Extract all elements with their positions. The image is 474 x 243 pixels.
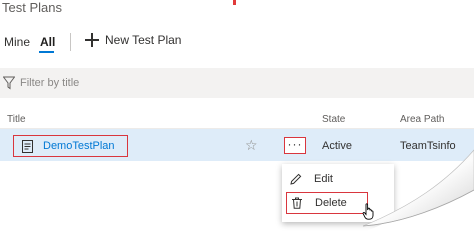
test-plan-link[interactable]: DemoTestPlan <box>43 140 115 152</box>
filter-bar[interactable]: Filter by title <box>0 68 474 98</box>
funnel-icon <box>3 76 15 90</box>
plus-icon <box>85 33 99 47</box>
column-header-title[interactable]: Title <box>7 114 26 125</box>
test-plan-icon <box>22 139 33 153</box>
column-header-state[interactable]: State <box>322 114 345 125</box>
menu-item-delete-label: Delete <box>315 197 347 209</box>
hand-cursor-icon <box>362 203 374 220</box>
annotation-mark <box>233 0 236 5</box>
pencil-icon <box>290 173 302 185</box>
menu-item-edit[interactable]: Edit <box>282 168 394 190</box>
more-actions-button[interactable]: ··· <box>284 137 306 154</box>
filter-input[interactable]: Filter by title <box>20 77 79 89</box>
new-test-plan-label: New Test Plan <box>105 33 182 47</box>
ellipsis-icon: ··· <box>287 136 303 151</box>
column-header-area-path[interactable]: Area Path <box>400 114 444 125</box>
test-plan-title-cell: DemoTestPlan <box>13 135 128 157</box>
tab-mine[interactable]: Mine <box>4 35 30 49</box>
tab-selected-indicator <box>39 51 54 53</box>
trash-icon <box>292 197 302 209</box>
table-row[interactable]: DemoTestPlan ☆ ··· Active TeamTsinfo <box>0 129 474 161</box>
new-test-plan-button[interactable]: New Test Plan <box>85 33 181 47</box>
state-cell: Active <box>322 140 352 152</box>
star-icon[interactable]: ☆ <box>245 138 258 152</box>
area-path-cell: TeamTsinfo <box>400 140 456 152</box>
menu-item-delete[interactable]: Delete <box>286 192 368 214</box>
tabs-divider <box>70 33 71 51</box>
page-title: Test Plans <box>2 0 62 15</box>
tab-all[interactable]: All <box>40 35 55 49</box>
menu-item-edit-label: Edit <box>314 173 333 185</box>
context-menu: Edit Delete <box>282 164 394 222</box>
pivot-tabs: Mine All New Test Plan <box>0 30 300 53</box>
